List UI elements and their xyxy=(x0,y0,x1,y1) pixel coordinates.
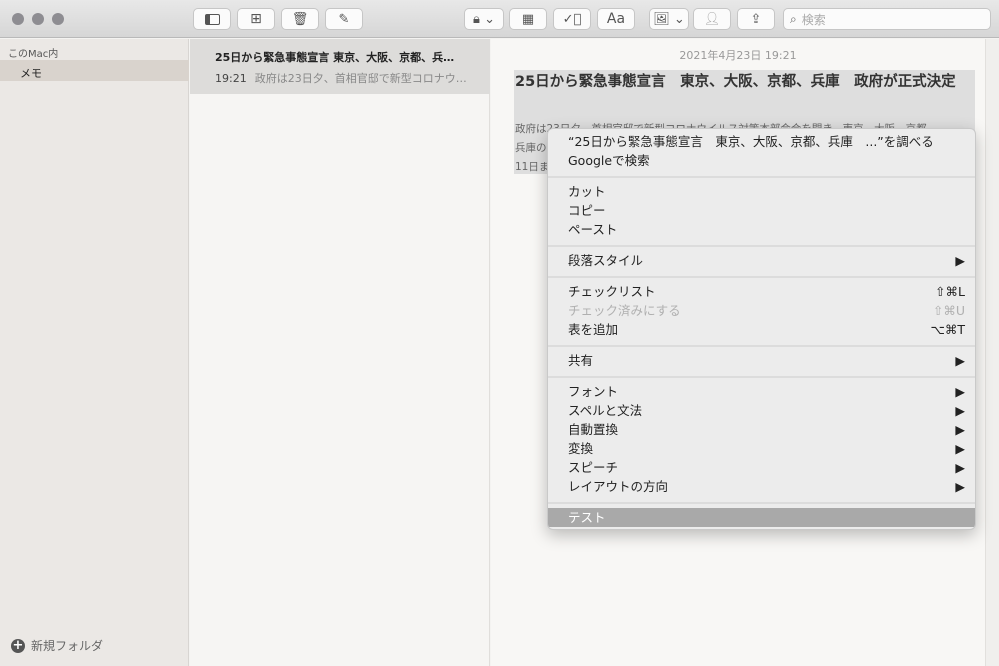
submenu-arrow-icon: ▶ xyxy=(955,353,965,368)
minimize-button[interactable] xyxy=(32,13,44,25)
search-icon: ⌕ xyxy=(790,11,797,26)
table-icon: ▦ xyxy=(521,11,535,27)
delete-button[interactable]: 🗑 xyxy=(281,8,319,30)
share-button[interactable]: ⇪ xyxy=(737,8,775,30)
compose-icon: ✎ xyxy=(338,11,350,27)
menu-item-font[interactable]: フォント ▶ xyxy=(548,382,975,401)
collaborate-icon: 👤︎ xyxy=(703,11,721,27)
sidebar-section-header: このMac内 xyxy=(8,49,59,60)
note-title: 25日から緊急事態宣言 東京、大阪、京都、兵… xyxy=(215,51,455,64)
submenu-arrow-icon: ▶ xyxy=(955,460,965,475)
gallery-button[interactable]: ⊞ xyxy=(237,8,275,30)
menu-separator xyxy=(548,345,975,347)
checklist-button[interactable]: ✓⃝ xyxy=(553,8,591,30)
note-date: 2021年4月23日 19:21 xyxy=(679,49,797,62)
media-button[interactable]: 🖼︎ ⌄ xyxy=(649,8,689,30)
shortcut: ⇧⌘L xyxy=(935,284,965,299)
format-button[interactable]: Aa xyxy=(597,8,635,30)
menu-item-share[interactable]: 共有 ▶ xyxy=(548,351,975,370)
menu-item-layout-direction[interactable]: レイアウトの方向 ▶ xyxy=(548,477,975,496)
menu-item-speech[interactable]: スピーチ ▶ xyxy=(548,458,975,477)
note-heading: 25日から緊急事態宣言 東京、大阪、京都、兵庫 政府が正式決定 xyxy=(515,74,956,90)
note-preview: 政府は23日夕、首相官邸で新型コロナウ… xyxy=(254,72,467,85)
submenu-arrow-icon: ▶ xyxy=(955,384,965,399)
plus-icon: + xyxy=(11,637,25,653)
shortcut: ⌥⌘T xyxy=(930,322,965,337)
menu-item-google-search[interactable]: Googleで検索 xyxy=(548,151,975,170)
list-item[interactable]: 25日から緊急事態宣言 東京、大阪、京都、兵… 19:21 政府は23日夕、首相官… xyxy=(190,39,490,94)
new-folder-button[interactable]: + 新規フォルダ xyxy=(11,637,103,654)
submenu-arrow-icon: ▶ xyxy=(955,422,965,437)
menu-item-add-table[interactable]: 表を追加 ⌥⌘T xyxy=(548,320,975,339)
toolbar: ⊞ 🗑 ✎ 🔒︎ ⌄ ▦ ✓⃝ Aa 🖼︎ ⌄ 👤︎ ⇪ ⌕ 検索 xyxy=(0,0,999,38)
menu-item-lookup[interactable]: “25日から緊急事態宣言 東京、大阪、京都、兵庫 ...”を調べる xyxy=(548,132,975,151)
sidebar-toggle-button[interactable] xyxy=(193,8,231,30)
zoom-button[interactable] xyxy=(52,13,64,25)
note-time: 19:21 xyxy=(215,72,247,85)
menu-item-transformations[interactable]: 変換 ▶ xyxy=(548,439,975,458)
submenu-arrow-icon: ▶ xyxy=(955,253,965,268)
submenu-arrow-icon: ▶ xyxy=(955,403,965,418)
menu-separator xyxy=(548,276,975,278)
menu-item-cut[interactable]: カット xyxy=(548,182,975,201)
search-placeholder: 検索 xyxy=(801,12,826,27)
lock-button[interactable]: 🔒︎ ⌄ xyxy=(464,8,504,30)
menu-separator xyxy=(548,376,975,378)
sidebar-item-notes[interactable]: メモ xyxy=(0,60,189,81)
new-folder-label: 新規フォルダ xyxy=(31,639,104,653)
menu-item-paragraph-style[interactable]: 段落スタイル ▶ xyxy=(548,251,975,270)
menu-item-substitutions[interactable]: 自動置換 ▶ xyxy=(548,420,975,439)
menu-item-test[interactable]: テスト xyxy=(548,508,975,527)
close-button[interactable] xyxy=(12,13,24,25)
share-icon: ⇪ xyxy=(750,11,762,27)
sidebar-icon xyxy=(204,13,220,25)
media-icon: 🖼︎ ⌄ xyxy=(653,11,685,27)
checklist-icon: ✓⃝ xyxy=(562,11,582,27)
trash-icon: 🗑 xyxy=(291,11,309,27)
menu-item-paste[interactable]: ペースト xyxy=(548,220,975,239)
collaborate-button[interactable]: 👤︎ xyxy=(693,8,731,30)
lock-icon: 🔒︎ ⌄ xyxy=(473,11,495,27)
submenu-arrow-icon: ▶ xyxy=(955,479,965,494)
context-menu: “25日から緊急事態宣言 東京、大阪、京都、兵庫 ...”を調べる Google… xyxy=(547,128,976,530)
new-note-button[interactable]: ✎ xyxy=(325,8,363,30)
menu-item-checklist[interactable]: チェックリスト ⇧⌘L xyxy=(548,282,975,301)
menu-item-mark-checked: チェック済みにする ⇧⌘U xyxy=(568,303,965,318)
submenu-arrow-icon: ▶ xyxy=(955,441,965,456)
sidebar: このMac内 メモ + 新規フォルダ xyxy=(0,39,189,666)
menu-separator xyxy=(548,176,975,178)
menu-item-copy[interactable]: コピー xyxy=(548,201,975,220)
gallery-icon: ⊞ xyxy=(250,11,262,27)
table-button[interactable]: ▦ xyxy=(509,8,547,30)
note-list: 25日から緊急事態宣言 東京、大阪、京都、兵… 19:21 政府は23日夕、首相官… xyxy=(190,39,490,666)
shortcut: ⇧⌘U xyxy=(932,303,965,318)
menu-separator xyxy=(548,245,975,247)
scrollbar[interactable] xyxy=(985,39,999,666)
menu-item-spelling[interactable]: スペルと文法 ▶ xyxy=(548,401,975,420)
format-icon: Aa xyxy=(606,11,626,27)
menu-separator xyxy=(548,502,975,504)
search-input[interactable]: ⌕ 検索 xyxy=(783,8,991,30)
